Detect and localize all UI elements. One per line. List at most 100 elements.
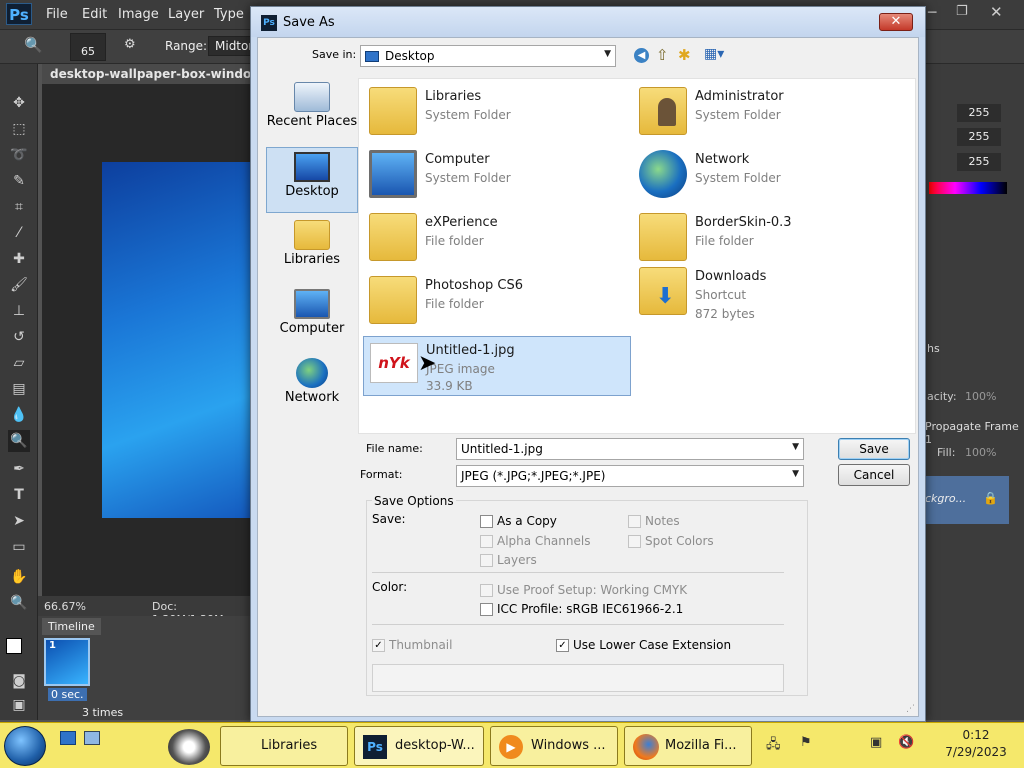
menu-type[interactable]: Type [214,7,244,22]
spot-colors-checkbox[interactable]: Spot Colors [628,534,714,548]
path-select-icon[interactable]: ➤ [8,510,30,532]
file-item-libraries[interactable]: Libraries System Folder [363,83,631,141]
document-tab[interactable]: desktop-wallpaper-box-windows-7 [42,64,252,84]
save-button[interactable]: Save [838,438,910,460]
marquee-tool-icon[interactable]: ⬚ [8,118,30,140]
clock[interactable]: 0:12 7/29/2023 [928,727,1024,761]
as-a-copy-checkbox[interactable]: As a Copy [480,514,557,528]
move-tool-icon[interactable]: ✥ [8,92,30,114]
alpha-channels-checkbox[interactable]: Alpha Channels [480,534,590,548]
thumbnail-checkbox[interactable]: ✓ Thumbnail [372,638,452,652]
lasso-tool-icon[interactable]: ➰ [8,144,30,166]
dodge-tool-active-icon[interactable]: 🔍 [8,430,30,452]
zoom-tool-icon[interactable]: 🔍 [8,592,30,614]
file-item-experience[interactable]: eXPerience File folder [363,209,631,267]
place-desktop[interactable]: Desktop [266,147,358,213]
quicklaunch-icon[interactable] [84,731,100,745]
save-in-select[interactable]: Desktop ▼ [360,45,616,67]
place-recent-places[interactable]: Recent Places [266,78,358,144]
view-menu-icon[interactable]: ▦▾ [704,46,724,62]
hand-tool-icon[interactable]: ✋ [8,566,30,588]
brush-size-picker[interactable]: 65 [70,33,106,61]
screen-mode-icon[interactable]: ▣ [8,694,30,716]
lower-case-extension-checkbox[interactable]: ✓ Use Lower Case Extension [556,638,731,652]
pen-tool-icon[interactable]: ✒ [8,458,30,480]
close-icon[interactable]: ✕ [990,3,1003,21]
cancel-button[interactable]: Cancel [838,464,910,486]
foreground-color-swatch[interactable] [6,638,22,654]
eraser-tool-icon[interactable]: ▱ [8,352,30,374]
color-value-g[interactable]: 255 [957,128,1001,146]
range-select[interactable]: Midtones [208,36,252,56]
gradient-tool-icon[interactable]: ▤ [8,378,30,400]
crop-tool-icon[interactable]: ⌗ [8,196,30,218]
resize-grip-icon[interactable]: ⋰ [906,704,916,714]
dialog-titlebar[interactable]: Ps Save As ✕ [251,7,925,37]
show-desktop-icon[interactable] [60,731,76,745]
timeline-tab[interactable]: Timeline [42,618,101,635]
taskbar-firefox[interactable]: Mozilla Fi... [624,726,752,766]
frame-delay[interactable]: 0 sec. [48,688,87,701]
place-network[interactable]: Network [266,354,358,420]
layers-checkbox[interactable]: Layers [480,553,537,567]
history-brush-icon[interactable]: ↺ [8,326,30,348]
file-item-computer[interactable]: Computer System Folder [363,146,631,204]
tray-monitor-icon[interactable]: ▣ [870,735,882,750]
place-libraries[interactable]: Libraries [266,216,358,282]
quick-mask-icon[interactable]: ◙ [8,670,30,692]
dodge-tool-icon[interactable]: 🔍 [24,36,43,54]
icc-profile-checkbox[interactable]: ICC Profile: sRGB IEC61966-2.1 [480,602,683,616]
file-item-network[interactable]: Network System Folder [633,146,901,204]
color-value-r[interactable]: 255 [957,104,1001,122]
brush-tool-icon[interactable]: 🖌 [8,274,30,296]
stamp-tool-icon[interactable]: ⊥ [8,300,30,322]
place-computer[interactable]: Computer [266,285,358,351]
layer-row[interactable]: ckgro... 🔒 [923,476,1009,524]
quick-select-tool-icon[interactable]: ✎ [8,170,30,192]
loop-select[interactable]: 3 times [82,706,123,719]
layers-tab[interactable]: hs [927,342,940,355]
type-tool-icon[interactable]: T [8,484,30,506]
tray-network-icon[interactable]: 🖧 [766,735,781,757]
menu-edit[interactable]: Edit [82,7,107,22]
use-proof-setup-checkbox[interactable]: Use Proof Setup: Working CMYK [480,583,687,597]
start-button[interactable] [4,726,46,766]
blur-tool-icon[interactable]: 💧 [8,404,30,426]
frame-thumbnail[interactable]: 1 [44,638,90,686]
up-folder-icon[interactable]: ⇧ [656,46,669,64]
tray-flag-icon[interactable]: ⚑ [800,735,812,750]
dialog-close-button[interactable]: ✕ [879,13,913,31]
taskbar-photoshop[interactable]: Ps desktop-W... [354,726,484,766]
shape-tool-icon[interactable]: ▭ [8,536,30,558]
back-icon[interactable]: ◀ [634,48,649,63]
menu-image[interactable]: Image [118,7,159,22]
fill-value[interactable]: 100% [965,446,996,459]
brush-panel-icon[interactable]: ⚙ [124,37,136,52]
tray-volume-icon[interactable]: 🔇 [898,735,914,750]
file-name-input[interactable]: Untitled-1.jpg ▼ [456,438,804,460]
taskbar-windows-media[interactable]: ▶ Windows ... [490,726,618,766]
file-item-borderskin[interactable]: BorderSkin-0.3 File folder [633,209,901,267]
opacity-value[interactable]: 100% [965,390,996,403]
file-item-administrator[interactable]: Administrator System Folder [633,83,901,141]
file-item-photoshop-cs6[interactable]: Photoshop CS6 File folder [363,272,631,330]
notes-checkbox[interactable]: Notes [628,514,680,528]
minimize-icon[interactable]: ─ [928,5,936,21]
menu-layer[interactable]: Layer [168,7,204,22]
eyedropper-tool-icon[interactable]: ⁄ [8,222,30,244]
color-ramp[interactable] [929,182,1007,194]
propagate-frame[interactable]: Propagate Frame 1 [925,420,1024,446]
chevron-down-icon[interactable]: ▼ [792,442,799,452]
file-item-untitled-jpg[interactable]: nYk Untitled-1.jpg JPEG image 33.9 KB ➤ [363,336,631,396]
healing-tool-icon[interactable]: ✚ [8,248,30,270]
menu-file[interactable]: File [46,7,68,22]
canvas-image[interactable] [102,162,252,518]
raccoon-icon[interactable] [168,729,210,765]
new-folder-icon[interactable]: ✱ [678,46,691,64]
restore-icon[interactable]: ❐ [956,4,968,19]
file-item-downloads[interactable]: ⬇ Downloads Shortcut 872 bytes [633,263,901,335]
color-value-b[interactable]: 255 [957,153,1001,171]
zoom-level[interactable]: 66.67% [44,600,86,613]
format-select[interactable]: JPEG (*.JPG;*.JPEG;*.JPE) ▼ [456,465,804,487]
taskbar-libraries[interactable]: Libraries [220,726,348,766]
